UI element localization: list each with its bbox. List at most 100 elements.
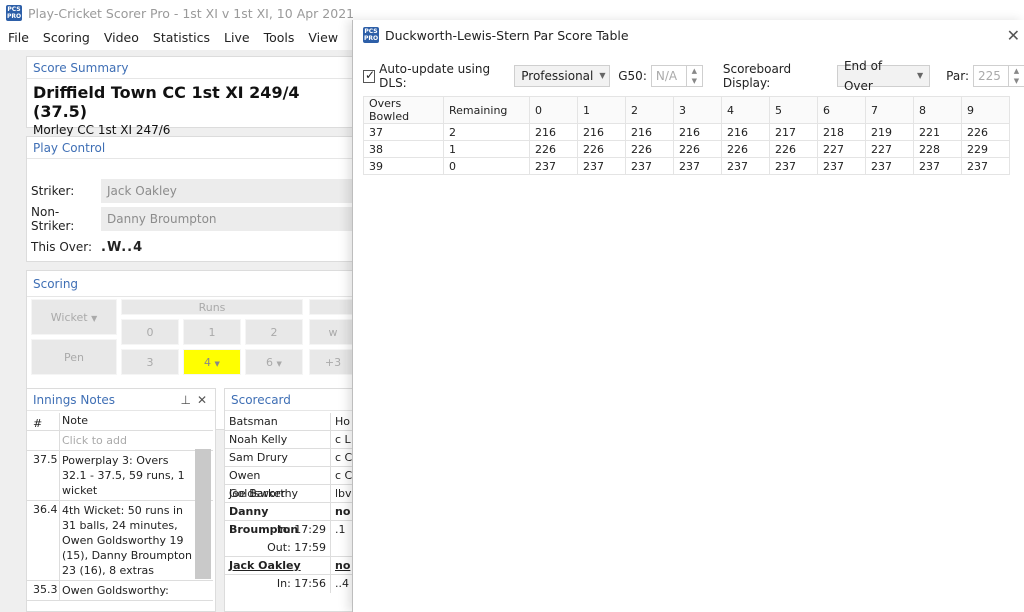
plus-3-button[interactable]: +3: [309, 349, 357, 375]
notes-row-text: Owen Goldsworthy:: [59, 581, 213, 600]
par-cell: 226: [673, 140, 722, 158]
runs-4-button[interactable]: 4 ▼: [183, 349, 241, 375]
notes-scrollbar[interactable]: [195, 449, 211, 579]
par-cell: 226: [721, 140, 770, 158]
chevron-down-icon[interactable]: ▼: [1009, 76, 1024, 86]
app-logo-icon: PCS PRO: [6, 5, 22, 21]
menu-statistics[interactable]: Statistics: [153, 30, 210, 45]
par-cell: 226: [769, 140, 818, 158]
menu-bar: File Scoring Video Statistics Live Tools…: [0, 26, 360, 48]
par-cell: 216: [721, 123, 770, 141]
play-control-header: Play Control: [27, 137, 355, 159]
par-table-row[interactable]: 37 2 216 216 216 216 216 217 218 219 221 226: [363, 123, 1010, 141]
menu-video[interactable]: Video: [104, 30, 139, 45]
app-title: Play-Cricket Scorer Pro - 1st XI v 1st X…: [28, 5, 355, 21]
par-cell: 227: [817, 140, 866, 158]
par-cell: 226: [961, 123, 1010, 141]
col-overs-bowled: Overs Bowled: [363, 96, 444, 124]
notes-add-placeholder[interactable]: Click to add: [59, 431, 213, 450]
notes-add-row[interactable]: Click to add: [27, 431, 213, 451]
scorecard-panel: Scorecard Batsman Ho Noah Kelly c L Sam D…: [224, 388, 357, 612]
batsman-in-time: In: 17:56: [225, 575, 331, 593]
menu-live[interactable]: Live: [224, 30, 250, 45]
close-icon[interactable]: ✕: [197, 389, 207, 411]
innings-notes-panel: Innings Notes ⊥ ✕ # Note Click to add 37…: [26, 388, 216, 612]
remaining-cell: 0: [443, 157, 530, 175]
chevron-down-icon[interactable]: ▼: [687, 76, 702, 86]
pin-icon[interactable]: ⊥: [181, 389, 191, 411]
batsman-name: Sam Drury: [225, 449, 331, 466]
menu-view[interactable]: View: [308, 30, 338, 45]
par-cell: 219: [865, 123, 914, 141]
col-ball-8: 8: [913, 96, 962, 124]
runs-group-header: Runs: [121, 299, 303, 315]
batsman-name: Noah Kelly: [225, 431, 331, 448]
non-striker-label: Non-Striker:: [31, 205, 75, 233]
par-cell: 216: [577, 123, 626, 141]
overs-bowled-cell: 39: [363, 157, 444, 175]
striker-field[interactable]: Jack Oakley: [101, 179, 371, 203]
batsman-name: Jack Oakley: [225, 557, 331, 574]
chevron-down-icon: ▼: [91, 314, 98, 323]
par-label: Par:: [946, 69, 969, 83]
wide-button[interactable]: w: [309, 319, 357, 345]
non-striker-field[interactable]: Danny Broumpton: [101, 207, 371, 231]
notes-row-num: 35.3: [33, 583, 58, 596]
par-cell: 237: [529, 157, 578, 175]
notes-row[interactable]: 37.5 Powerplay 3: Overs 32.1 - 37.5, 59 …: [27, 451, 213, 501]
par-table-row[interactable]: 39 0 237 237 237 237 237 237 237 237 237 237: [363, 157, 1010, 175]
col-ball-6: 6: [817, 96, 866, 124]
runs-6-button[interactable]: 6 ▼: [245, 349, 303, 375]
menu-file[interactable]: File: [8, 30, 29, 45]
par-cell: 226: [625, 140, 674, 158]
par-cell: 237: [577, 157, 626, 175]
par-cell: 226: [577, 140, 626, 158]
batsman-name: Joe Barker: [225, 485, 331, 502]
menu-scoring[interactable]: Scoring: [43, 30, 90, 45]
col-ball-0: 0: [529, 96, 578, 124]
scorecard-row[interactable]: Owen Goldsworthy c C: [225, 467, 357, 500]
notes-row-num: 37.5: [33, 453, 58, 466]
runs-4-label: 4: [204, 356, 212, 369]
batsman-out-time: Out: 17:59: [225, 539, 331, 556]
runs-0-button[interactable]: 0: [121, 319, 179, 345]
penalty-button[interactable]: Pen: [31, 339, 117, 375]
g50-value[interactable]: N/A: [652, 66, 686, 86]
par-table-row[interactable]: 38 1 226 226 226 226 226 226 227 227 228 229: [363, 140, 1010, 158]
par-stepper[interactable]: 225 ▲ ▼: [973, 65, 1024, 87]
chevron-down-icon: ▼: [276, 360, 282, 368]
par-cell: 226: [529, 140, 578, 158]
dls-mode-select[interactable]: Professional ▼: [514, 65, 611, 87]
auto-update-checkbox[interactable]: [363, 68, 375, 83]
innings-notes-header: Innings Notes ⊥ ✕: [27, 389, 215, 411]
runs-2-button[interactable]: 2: [245, 319, 303, 345]
col-ball-5: 5: [769, 96, 818, 124]
notes-row[interactable]: 36.4 4th Wicket: 50 runs in 31 balls, 24…: [27, 501, 213, 581]
notes-row[interactable]: 35.3 Owen Goldsworthy:: [27, 581, 213, 601]
batsman-name: Danny Broumpton: [225, 503, 331, 536]
innings-notes-table: # Note Click to add 37.5 Powerplay 3: Ov…: [27, 413, 213, 601]
runs-1-button[interactable]: 1: [183, 319, 241, 345]
par-cell: 237: [769, 157, 818, 175]
g50-stepper[interactable]: N/A ▲ ▼: [650, 65, 703, 87]
scorecard-row[interactable]: Sam Drury c C: [225, 449, 357, 467]
chevron-up-icon[interactable]: ▲: [687, 66, 702, 76]
runs-3-button[interactable]: 3: [121, 349, 179, 375]
wicket-label: Wicket: [50, 311, 88, 324]
scoreboard-display-select[interactable]: End of Over ▼: [836, 59, 931, 93]
scorecard-row[interactable]: Danny Broumpton no: [225, 503, 357, 536]
wicket-button[interactable]: Wicket ▼: [31, 299, 117, 335]
par-value[interactable]: 225: [974, 66, 1008, 86]
par-cell: 216: [673, 123, 722, 141]
scorecard-row[interactable]: Jack Oakley no: [225, 557, 357, 575]
scorecard-row[interactable]: Joe Barker lbv: [225, 485, 357, 503]
menu-tools[interactable]: Tools: [264, 30, 295, 45]
notes-row-text: Powerplay 3: Overs 32.1 - 37.5, 59 runs,…: [59, 451, 213, 500]
scorecard-row[interactable]: Noah Kelly c L: [225, 431, 357, 449]
par-cell: 227: [865, 140, 914, 158]
chevron-up-icon[interactable]: ▲: [1009, 66, 1024, 76]
remaining-cell: 2: [443, 123, 530, 141]
close-icon[interactable]: ✕: [1007, 26, 1020, 45]
col-ball-9: 9: [961, 96, 1010, 124]
score-summary-header: Score Summary: [27, 57, 355, 79]
